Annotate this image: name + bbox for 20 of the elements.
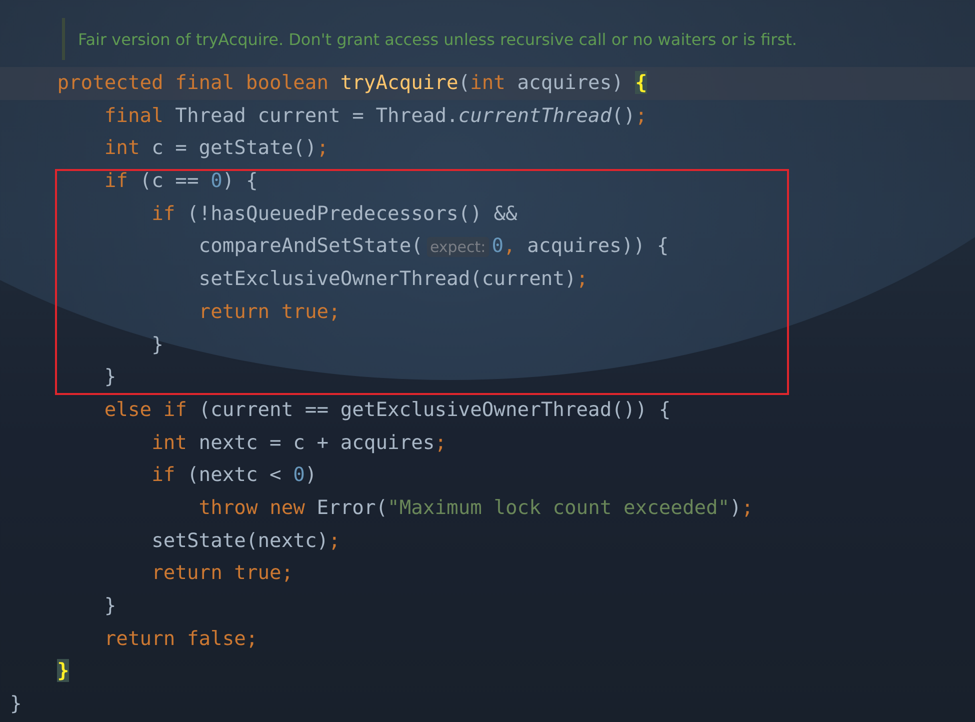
code-line: if (c == 0) { <box>103 169 258 192</box>
code-line: if (!hasQueuedPredecessors() && <box>150 202 518 225</box>
code-line: final Thread current = Thread.currentThread(); <box>103 104 648 127</box>
code-line: compareAndSetState( expect: 0, acquires)) { <box>198 234 669 258</box>
code-line: return true; <box>198 300 340 323</box>
code-line: } <box>9 692 22 716</box>
code-line: if (nextc < 0) <box>150 463 317 486</box>
code-line: else if (current == getExclusiveOwnerThread()) { <box>103 398 671 421</box>
code-line: setState(nextc); <box>150 528 340 552</box>
code-line: return false; <box>103 626 258 650</box>
code-line: throw new Error("Maximum lock count exceeded"); <box>198 496 754 519</box>
doc-comment: Fair version of tryAcquire. Don't grant access unless recursive call or no waiters or is first. <box>78 30 797 48</box>
code-line: return true; <box>150 561 294 584</box>
code-line: int nextc = c + acquires; <box>150 430 447 454</box>
code-line: } <box>103 594 116 617</box>
code-line: } <box>103 365 116 388</box>
code-line: setExclusiveOwnerThread(current); <box>198 267 588 290</box>
code-line: int c = getState(); <box>103 136 329 160</box>
code-line: } <box>150 332 164 356</box>
code-line: protected final boolean tryAcquire(int acquires) { <box>56 71 648 94</box>
